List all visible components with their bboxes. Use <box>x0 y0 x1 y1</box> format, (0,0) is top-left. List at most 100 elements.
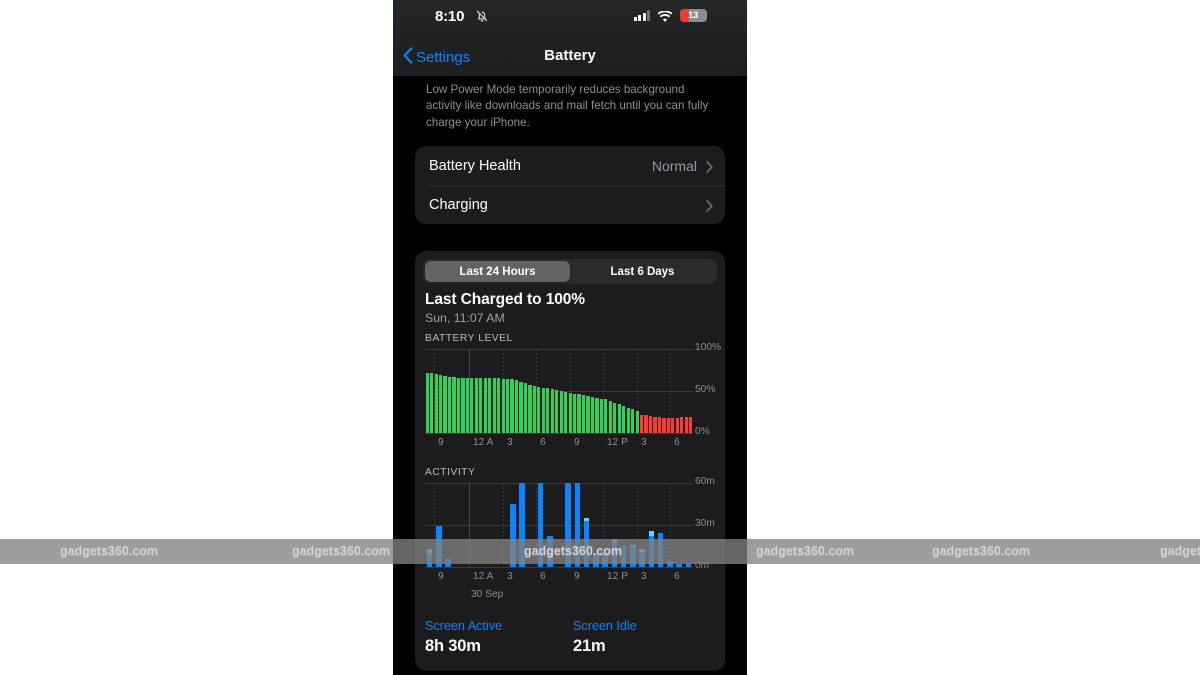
chevron-right-icon <box>706 199 713 212</box>
battery-level-bar <box>439 375 443 433</box>
battery-level-bar <box>443 375 447 433</box>
battery-level-bar <box>586 396 590 433</box>
battery-level-bar <box>483 378 487 433</box>
x-axis-tick-label: 12 A <box>473 437 494 448</box>
battery-level-bar <box>675 417 679 433</box>
x-axis-tick-label: 6 <box>540 571 546 582</box>
screenshot-root: 8:10 13 Settings Battery Low Power Mode … <box>0 0 1200 675</box>
row-value: Normal <box>651 157 697 174</box>
y-axis-tick-label: 50% <box>695 384 716 395</box>
battery-level-bar <box>657 417 662 433</box>
last-charged-title: Last Charged to 100% <box>425 291 585 308</box>
last-charged-subtitle: Sun, 11:07 AM <box>425 311 505 325</box>
x-axis-tick-label: 12 P <box>607 571 628 582</box>
battery-level-bar <box>501 379 505 433</box>
x-axis-tick-label: 12 A <box>473 571 494 582</box>
battery-level-bar <box>523 383 528 433</box>
x-axis-tick-label: 6 <box>674 437 680 448</box>
status-bar-indicators: 13 <box>633 9 707 22</box>
chevron-right-icon <box>706 160 713 173</box>
x-axis-tick-label: 3 <box>507 571 513 582</box>
battery-level-bar <box>447 376 452 433</box>
battery-level-bar <box>684 417 688 433</box>
page-title: Battery <box>544 47 596 64</box>
low-power-mode-note: Low Power Mode temporarily reduces backg… <box>426 83 709 129</box>
watermark-text: gadgets360.com <box>756 544 854 558</box>
x-axis-tick-label: 12 P <box>607 437 628 448</box>
battery-level-bar <box>671 417 675 433</box>
row-label: Battery Health <box>429 157 521 174</box>
x-axis-tick-label: 3 <box>507 437 513 448</box>
screen-idle-label: Screen Idle <box>573 619 637 633</box>
battery-level-bar <box>617 404 621 433</box>
battery-level-bar <box>653 417 657 433</box>
battery-level-bar <box>666 417 671 433</box>
row-label: Charging <box>429 196 488 213</box>
battery-level-bar <box>555 390 559 433</box>
x-axis-tick-label: 6 <box>540 437 546 448</box>
segment-last-24-hours[interactable]: Last 24 Hours <box>425 261 570 282</box>
watermark-band: gadgets360.com gadgets360.com gadgets360.c… <box>0 539 1200 564</box>
y-axis-tick-label: 100% <box>695 342 722 353</box>
battery-level-bar <box>644 415 648 433</box>
x-axis-tick-label: 3 <box>641 437 647 448</box>
battery-indicator: 13 <box>680 9 707 22</box>
battery-level-bar <box>599 398 604 433</box>
battery-level-bar <box>613 402 617 433</box>
battery-level-bar <box>425 372 429 433</box>
wifi-icon <box>657 10 673 22</box>
screen-idle-value: 21m <box>573 637 606 655</box>
activity-section-label: ACTIVITY <box>425 467 476 478</box>
segment-last-6-days[interactable]: Last 6 Days <box>570 261 715 282</box>
battery-level-bar <box>573 393 577 433</box>
row-battery-health[interactable]: Battery Health Normal <box>415 146 725 185</box>
y-axis-tick-label: 60m <box>695 476 715 487</box>
x-axis-tick-label: 9 <box>574 437 580 448</box>
battery-level-bar <box>680 417 684 433</box>
battery-level-section-label: BATTERY LEVEL <box>425 333 513 344</box>
battery-level-chart <box>425 348 693 434</box>
x-axis-tick-label: 6 <box>674 571 680 582</box>
row-charging[interactable]: Charging <box>415 185 725 224</box>
x-axis-tick-label: 9 <box>438 571 444 582</box>
watermark-text: gadgets360.com <box>60 544 158 558</box>
time-range-segmented-control[interactable]: Last 24 Hours Last 6 Days <box>423 259 717 284</box>
battery-level-bar <box>635 411 639 433</box>
activity-bar-screen-active <box>676 564 682 567</box>
watermark-text: gadgets360.com <box>292 544 390 558</box>
battery-level-bar <box>631 409 635 433</box>
battery-level-bar <box>662 417 666 433</box>
battery-level-bar <box>532 385 537 433</box>
battery-level-bar <box>648 416 653 433</box>
battery-level-bar <box>519 381 523 433</box>
activity-date-label: 30 Sep <box>471 589 504 600</box>
activity-x-axis: 9 12 A 3 6 9 12 P 3 6 <box>425 571 715 585</box>
battery-level-bar <box>470 378 474 433</box>
battery-level-bar <box>546 388 550 433</box>
cellular-bars-icon <box>633 10 650 21</box>
battery-level-bar <box>528 385 532 433</box>
battery-level-bar <box>488 378 492 433</box>
battery-level-bar <box>506 379 510 433</box>
battery-level-bar <box>456 377 461 433</box>
x-axis-tick-label: 3 <box>641 571 647 582</box>
watermark-text: gadgets360.com <box>1160 544 1200 558</box>
settings-scroll-view[interactable]: Low Power Mode temporarily reduces backg… <box>393 76 747 675</box>
battery-level-y-axis: 0% 50% 100% <box>695 342 725 437</box>
bell-slash-icon <box>475 9 489 24</box>
battery-level-bar <box>564 391 568 433</box>
battery-level-bar <box>568 392 572 433</box>
y-axis-tick-label: 30m <box>695 518 715 529</box>
battery-level-x-axis: 9 12 A 3 6 9 12 P 3 6 <box>425 437 715 451</box>
battery-level-bar <box>465 378 470 433</box>
battery-level-bar <box>622 406 626 433</box>
battery-level-bar <box>537 386 541 433</box>
battery-level-bar <box>541 387 545 433</box>
activity-bar-screen-idle <box>648 530 655 537</box>
battery-level-bar <box>604 399 608 433</box>
activity-bar-screen-idle <box>583 518 590 521</box>
navigation-bar: Settings Battery <box>393 38 747 76</box>
x-axis-tick-label: 9 <box>438 437 444 448</box>
screen-active-label: Screen Active <box>425 619 503 633</box>
battery-level-bar <box>514 380 519 433</box>
